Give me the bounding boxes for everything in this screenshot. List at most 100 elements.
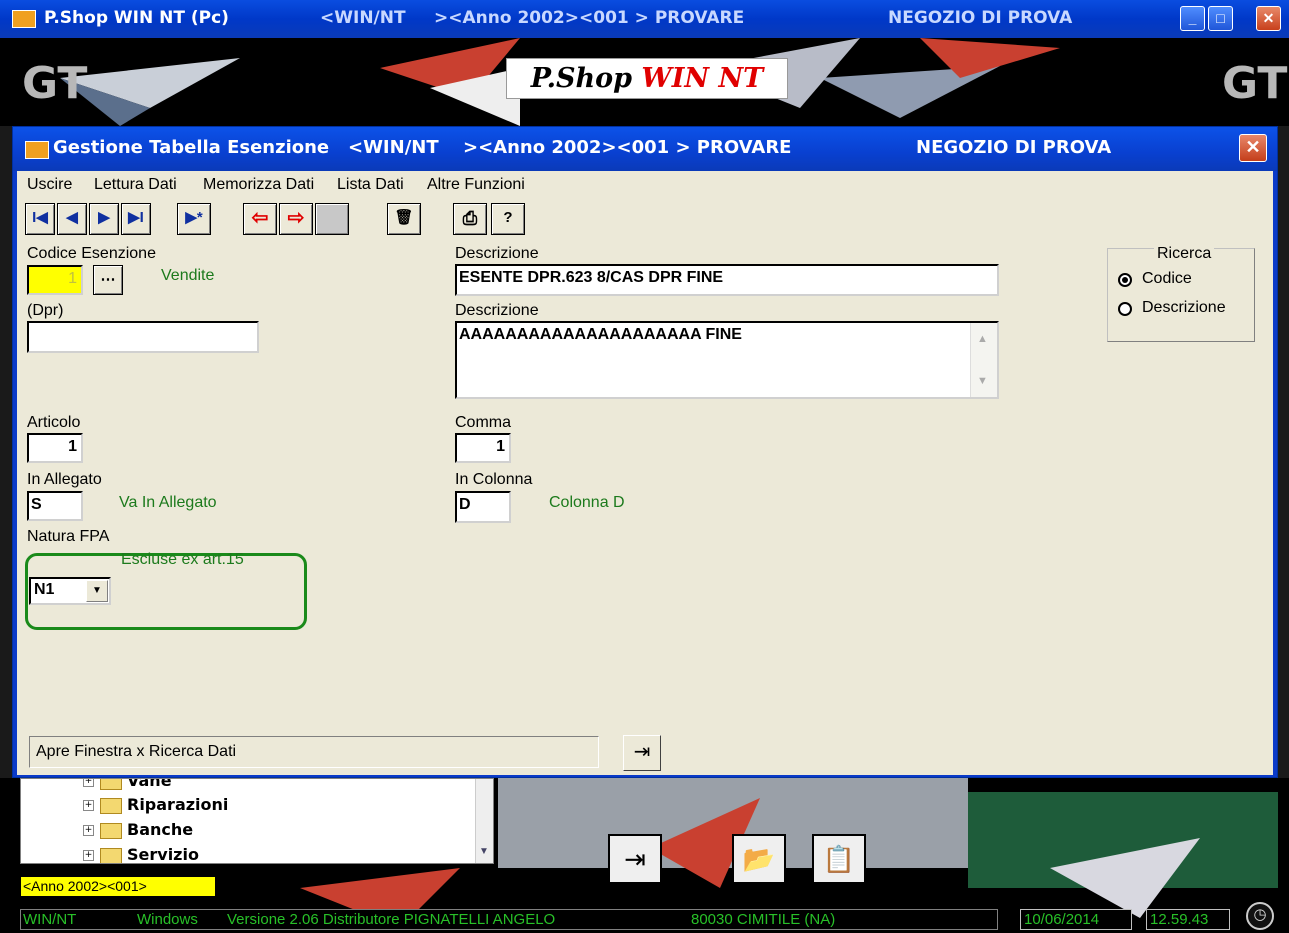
maximize-button[interactable]: □ [1208,6,1233,31]
dialog-title-store: NEGOZIO DI PROVA [916,137,1112,158]
menu-altre-funzioni[interactable]: Altre Funzioni [427,176,525,194]
status-time: 12.59.43 [1146,909,1230,930]
esenzione-dialog: Gestione Tabella Esenzione <WIN/NT ><Ann… [12,126,1278,778]
textarea-scrollbar[interactable]: ▲ ▼ [970,323,997,397]
new-record-button[interactable]: ▶* [177,203,211,235]
tree-item-banche[interactable]: + Banche [83,820,193,842]
blank-button[interactable] [315,203,349,235]
print-button[interactable]: ⎙ [453,203,487,235]
codice-radio-label[interactable]: Codice [1142,270,1192,288]
delete-button[interactable]: 🗑 [387,203,421,235]
natura-fpa-label: Natura FPA [27,528,110,545]
codice-lookup-button[interactable]: ⋯ [93,265,123,295]
dialog-body: Uscire Lettura Dati Memorizza Dati Lista… [17,171,1273,775]
app-title: P.Shop WIN NT (Pc) [44,8,229,28]
in-colonna-field[interactable]: D [455,491,511,523]
prev-record-button[interactable]: ◀ [57,203,87,235]
ricerca-group: Ricerca Codice Descrizione [1107,245,1255,342]
codice-esenzione-label: Codice Esenzione [27,245,156,262]
status-bar: WIN/NT Windows Versione 2.06 Distributor… [20,909,998,930]
vendite-label: Vendite [161,267,215,284]
expand-icon[interactable]: + [83,850,94,861]
exit-door-button[interactable]: ⇥ [608,834,662,884]
tree-label-vane: Vane [127,778,172,790]
in-allegato-desc: Va In Allegato [119,494,217,511]
open-folder-button[interactable]: 📂 [732,834,786,884]
in-allegato-field[interactable]: S [27,491,83,521]
status-winnt: WIN/NT [23,911,77,928]
tree-scrollbar[interactable]: ▼ [475,779,493,863]
in-allegato-label: In Allegato [27,471,102,488]
scroll-down-icon[interactable]: ▼ [479,846,489,857]
scroll-up-icon[interactable]: ▲ [977,327,988,351]
expand-icon[interactable]: + [83,825,94,836]
folder-icon [100,847,122,863]
app-close-button[interactable]: ✕ [1256,6,1281,31]
dialog-title: Gestione Tabella Esenzione [53,137,330,158]
status-date: 10/06/2014 [1020,909,1132,930]
expand-icon[interactable]: + [83,779,94,787]
menu-bar: Uscire Lettura Dati Memorizza Dati Lista… [17,171,1273,198]
gt-logo-left: GT [22,58,88,109]
tree-item-servizio[interactable]: + Servizio [83,845,199,864]
descrizione-radio[interactable] [1118,302,1132,316]
app-title-store: NEGOZIO DI PROVA [888,8,1073,28]
status-location: 80030 CIMITILE (NA) [691,911,836,928]
articolo-label: Articolo [27,414,81,431]
folder-icon [100,797,122,814]
minimize-button[interactable]: _ [1180,6,1205,31]
dialog-icon [25,141,49,159]
app-icon [12,10,36,28]
codice-esenzione-field[interactable]: 1 [27,265,83,295]
clipboard-button[interactable]: 📋 [812,834,866,884]
menu-uscire[interactable]: Uscire [27,176,72,194]
expand-icon[interactable]: + [83,800,94,811]
scroll-down-icon[interactable]: ▼ [977,369,988,393]
pshop-logo-prefix: P.Shop [530,63,642,94]
tree-label-banche: Banche [127,820,194,839]
chevron-down-icon[interactable]: ▼ [86,580,108,602]
comma-label: Comma [455,414,512,431]
hint-bar: Apre Finestra x Ricerca Dati [29,736,599,768]
tree-view[interactable]: + Vane + Riparazioni + Banche + Servizio ▼ [20,778,494,864]
dpr-field[interactable] [27,321,259,353]
gt-logo-right: GT [1222,58,1288,109]
descrizione-field[interactable]: ESENTE DPR.623 8/CAS DPR FINE [455,264,999,296]
folder-icon [100,822,122,839]
descrizione-lunga-textarea[interactable]: AAAAAAAAAAAAAAAAAAAAA FINE ▲ ▼ [455,321,999,399]
descrizione-lunga-label: Descrizione [455,302,539,319]
app-title-anno: ><Anno 2002><001 > PROVARE [434,8,745,28]
clock-icon[interactable]: ◷ [1246,902,1274,930]
status-windows: Windows [137,911,198,928]
in-colonna-label: In Colonna [455,471,533,488]
tree-label-riparazioni: Riparazioni [127,795,229,814]
codice-radio[interactable] [1118,273,1132,287]
comma-field[interactable]: 1 [455,433,511,463]
articolo-field[interactable]: 1 [27,433,83,463]
last-record-button[interactable]: ▶I [121,203,151,235]
descrizione-radio-label[interactable]: Descrizione [1142,299,1226,317]
dialog-close-button[interactable]: ✕ [1239,134,1267,162]
redo-arrow-button[interactable]: ⇨ [279,203,313,235]
status-anno: <Anno 2002><001> [20,876,216,897]
menu-memorizza-dati[interactable]: Memorizza Dati [203,176,314,194]
natura-fpa-select[interactable]: N1 ▼ [29,577,111,605]
app-title-winnt: <WIN/NT [320,8,406,28]
tree-label-servizio: Servizio [127,845,199,864]
next-record-button[interactable]: ▶ [89,203,119,235]
menu-lista-dati[interactable]: Lista Dati [337,176,404,194]
help-button[interactable]: ? [491,203,525,235]
pshop-logo-suffix: WIN NT [641,63,764,94]
undo-arrow-button[interactable]: ⇦ [243,203,277,235]
status-version: Versione 2.06 Distributore PIGNATELLI AN… [227,911,556,928]
dpr-label: (Dpr) [27,302,64,319]
tree-item-vane[interactable]: + Vane [83,778,172,793]
dialog-title-bar: Gestione Tabella Esenzione <WIN/NT ><Ann… [13,127,1277,171]
exit-door-icon[interactable]: ⇥ [623,735,661,771]
tree-item-riparazioni[interactable]: + Riparazioni [83,795,228,817]
menu-lettura-dati[interactable]: Lettura Dati [94,176,177,194]
pshop-logo: P.Shop WIN NT [506,58,788,99]
app-title-bar: P.Shop WIN NT (Pc) <WIN/NT ><Anno 2002><… [0,0,1289,38]
first-record-button[interactable]: I◀ [25,203,55,235]
descrizione-label: Descrizione [455,245,539,262]
